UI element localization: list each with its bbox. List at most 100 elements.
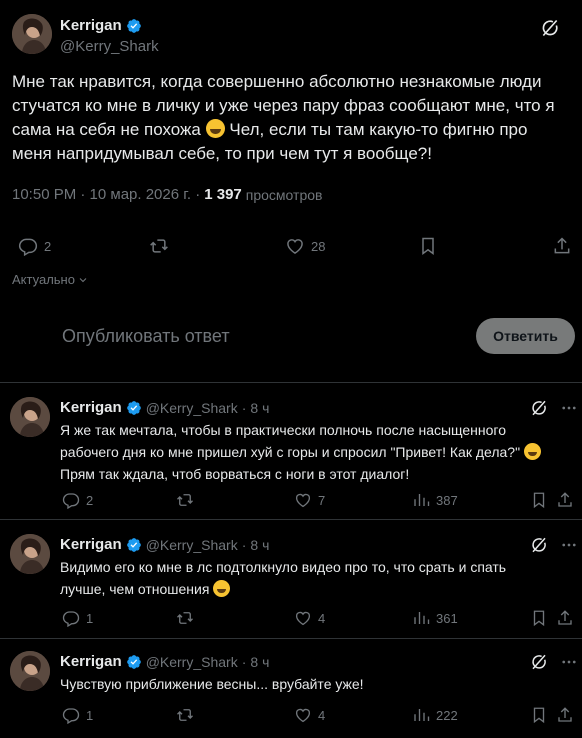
verified-badge-icon xyxy=(126,537,142,553)
avatar[interactable] xyxy=(12,14,52,54)
reply-count: 1 xyxy=(86,707,94,723)
reply-icon xyxy=(18,236,38,256)
reply-count: 2 xyxy=(44,238,52,254)
bookmark-button[interactable] xyxy=(530,706,548,724)
views-count: 361 xyxy=(436,610,458,626)
like-icon xyxy=(294,491,312,509)
reply-time[interactable]: 8 ч xyxy=(250,537,269,553)
reply-text-line: лучше, чем отношения xyxy=(60,578,575,600)
reply-time[interactable]: 8 ч xyxy=(250,400,269,416)
more-icon[interactable] xyxy=(560,399,578,417)
grok-icon[interactable] xyxy=(540,18,560,38)
avatar[interactable] xyxy=(10,651,50,691)
author-name[interactable]: Kerrigan xyxy=(60,17,122,34)
share-button[interactable] xyxy=(552,236,572,256)
like-icon xyxy=(285,236,305,256)
views-icon xyxy=(412,706,430,724)
like-button[interactable]: 4 xyxy=(294,609,325,627)
like-icon xyxy=(294,706,312,724)
reply-input[interactable]: Опубликовать ответ xyxy=(62,326,230,347)
sort-selector[interactable]: Актуально xyxy=(12,272,89,287)
sweat-smile-emoji-icon xyxy=(213,580,231,597)
reply-text-line: Видимо его ко мне в лс подтолкнуло видео… xyxy=(60,559,507,575)
reply-tweet[interactable]: Kerrigan @Kerry_Shark · 8 ч Я же так меч… xyxy=(0,383,582,518)
reply-submit-button[interactable]: Ответить xyxy=(476,318,575,354)
avatar[interactable] xyxy=(10,534,50,574)
author-name[interactable]: Kerrigan xyxy=(60,399,122,416)
reply-button[interactable]: 1 xyxy=(62,609,93,627)
views-button[interactable]: 387 xyxy=(412,491,458,509)
grok-icon[interactable] xyxy=(530,536,548,554)
bookmark-button[interactable] xyxy=(530,609,548,627)
reply-text-line: рабочего дня ко мне пришел хуй с горы и … xyxy=(60,441,575,463)
grok-icon[interactable] xyxy=(530,653,548,671)
views-button[interactable]: 222 xyxy=(412,706,458,724)
reply-header: Kerrigan @Kerry_Shark · 8 ч xyxy=(60,536,269,553)
views-button[interactable]: 361 xyxy=(412,609,458,627)
share-icon xyxy=(556,491,574,509)
like-button[interactable]: 7 xyxy=(294,491,325,509)
reply-header: Kerrigan @Kerry_Shark · 8 ч xyxy=(60,399,269,416)
more-icon[interactable] xyxy=(560,653,578,671)
chevron-down-icon xyxy=(77,274,89,286)
like-count: 4 xyxy=(318,610,326,626)
repost-icon xyxy=(176,491,194,509)
bookmark-icon xyxy=(530,609,548,627)
reply-icon xyxy=(62,491,80,509)
reply-tweet[interactable]: Kerrigan @Kerry_Shark · 8 ч Чувствую при… xyxy=(0,639,582,738)
tweet-text: Мне так нравится, когда совершенно абсол… xyxy=(12,70,567,166)
author-handle[interactable]: @Kerry_Shark xyxy=(146,400,238,416)
verified-badge-icon xyxy=(126,400,142,416)
author-handle[interactable]: @Kerry_Shark xyxy=(60,38,159,55)
author-handle[interactable]: @Kerry_Shark xyxy=(146,654,238,670)
more-icon[interactable] xyxy=(560,536,578,554)
share-button[interactable] xyxy=(556,491,574,509)
like-button[interactable]: 4 xyxy=(294,706,325,724)
grok-icon[interactable] xyxy=(530,399,548,417)
share-icon xyxy=(556,609,574,627)
repost-button[interactable] xyxy=(176,491,194,509)
repost-button[interactable] xyxy=(176,706,194,724)
reply-text: Видимо его ко мне в лс подтолкнуло видео… xyxy=(60,556,575,600)
author-handle[interactable]: @Kerry_Shark xyxy=(146,537,238,553)
share-button[interactable] xyxy=(556,706,574,724)
verified-badge-icon xyxy=(126,18,142,34)
author-name[interactable]: Kerrigan xyxy=(60,653,122,670)
like-count: 28 xyxy=(311,238,326,254)
reply-icon xyxy=(62,609,80,627)
separator-dot: · xyxy=(241,399,247,416)
like-icon xyxy=(294,609,312,627)
share-button[interactable] xyxy=(556,609,574,627)
reply-composer: Опубликовать ответ Ответить xyxy=(0,308,582,364)
rofl-emoji-icon xyxy=(205,119,225,138)
avatar[interactable] xyxy=(10,397,50,437)
bookmark-button[interactable] xyxy=(418,236,438,256)
bookmark-icon xyxy=(530,491,548,509)
like-button[interactable]: 28 xyxy=(285,236,325,256)
tweet-actions: 2 28 xyxy=(12,232,572,262)
reply-tweet[interactable]: Kerrigan @Kerry_Shark · 8 ч Видимо его к… xyxy=(0,520,582,638)
reply-text: Я же так мечтала, чтобы в практически по… xyxy=(60,419,575,485)
reply-time[interactable]: 8 ч xyxy=(250,654,269,670)
views-icon xyxy=(412,609,430,627)
separator-dot: · xyxy=(241,536,247,553)
views-count: 387 xyxy=(436,492,458,508)
rofl-emoji-icon xyxy=(523,443,541,460)
views-label: просмотров xyxy=(245,186,323,203)
bookmark-icon xyxy=(418,236,438,256)
tweet-meta: 10:50 PM · 10 мар. 2026 г. · 1 397 просм… xyxy=(12,186,322,203)
like-count: 4 xyxy=(318,707,326,723)
bookmark-button[interactable] xyxy=(530,491,548,509)
reply-icon xyxy=(62,706,80,724)
reply-header: Kerrigan @Kerry_Shark · 8 ч xyxy=(60,653,269,670)
reply-count: 1 xyxy=(86,610,94,626)
reply-button[interactable]: 1 xyxy=(62,706,93,724)
share-icon xyxy=(556,706,574,724)
reply-button[interactable]: 2 xyxy=(18,236,51,256)
author-name[interactable]: Kerrigan xyxy=(60,536,122,553)
tweet-timestamp[interactable]: 10:50 PM · 10 мар. 2026 г. · xyxy=(12,186,200,203)
bookmark-icon xyxy=(530,706,548,724)
repost-button[interactable] xyxy=(149,236,169,256)
repost-button[interactable] xyxy=(176,609,194,627)
reply-button[interactable]: 2 xyxy=(62,491,93,509)
